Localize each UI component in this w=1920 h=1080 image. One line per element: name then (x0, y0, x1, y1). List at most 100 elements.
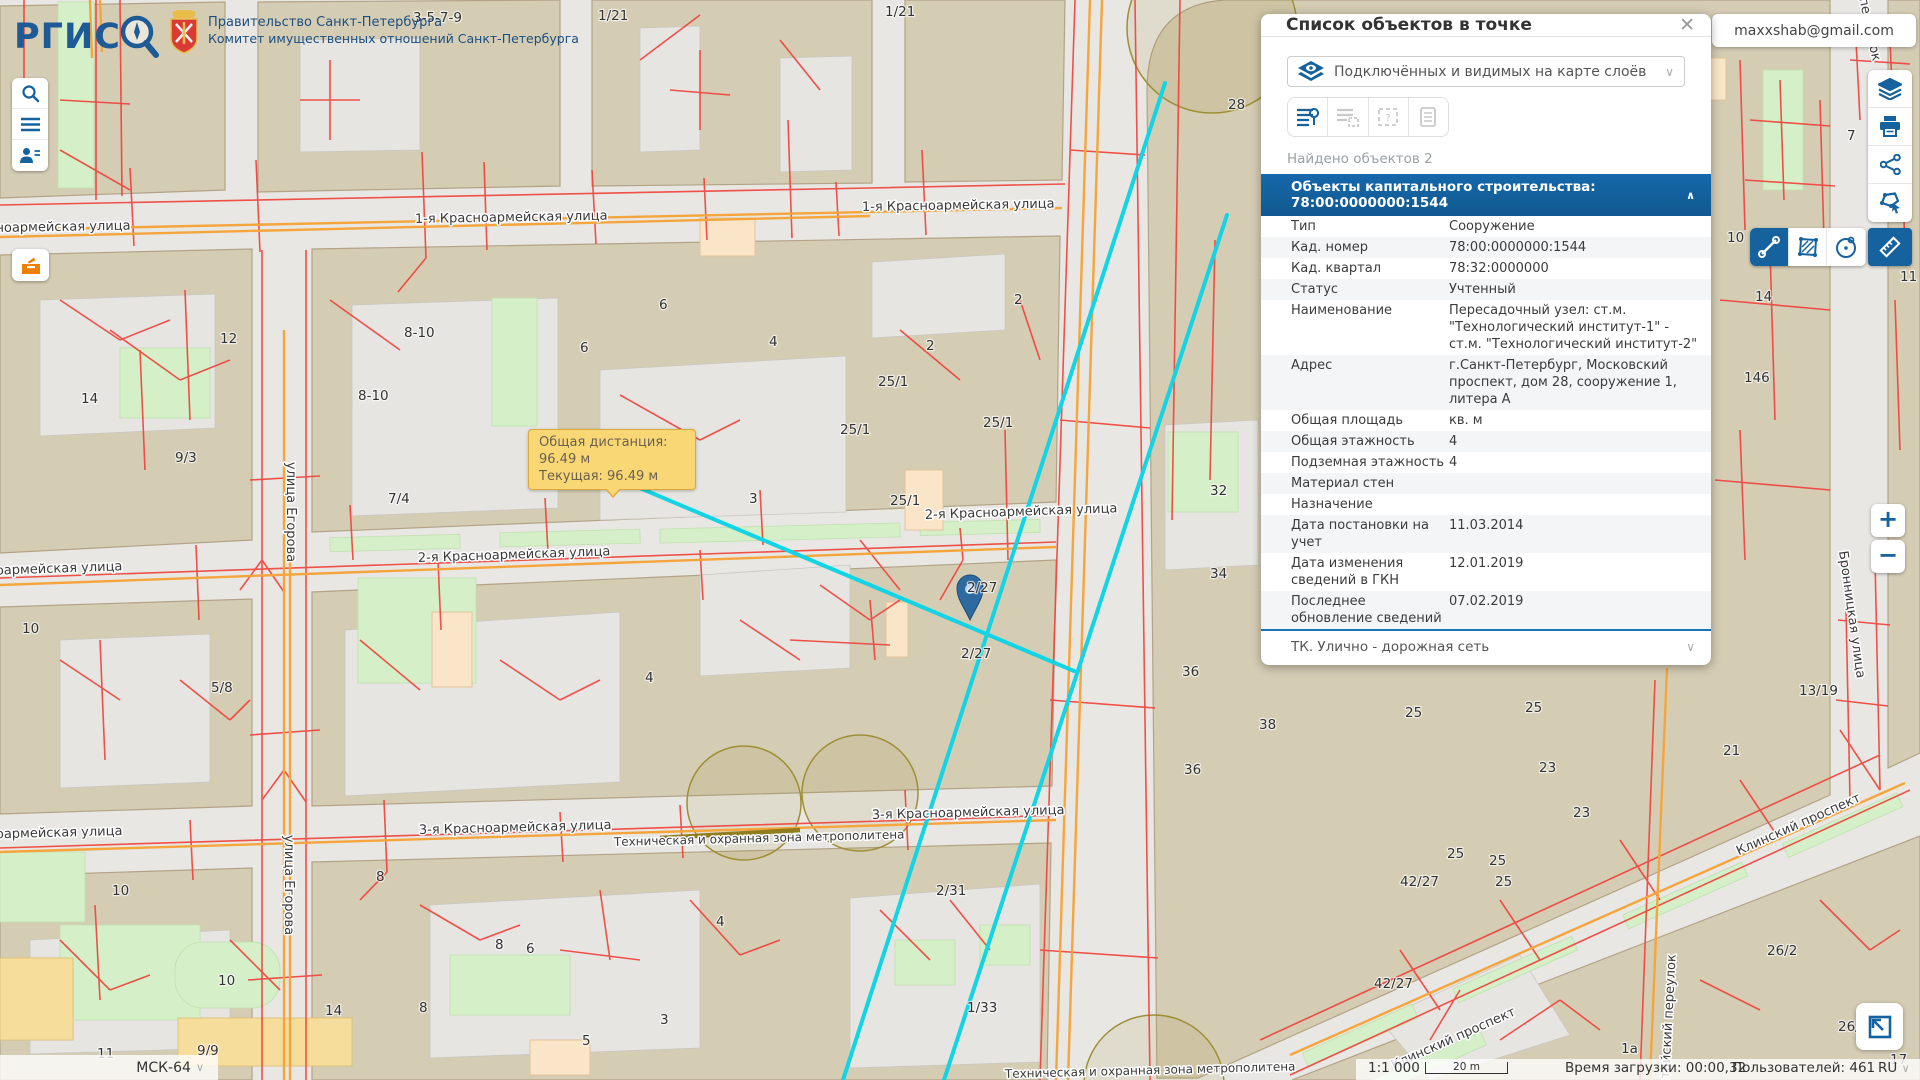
house-number: 6 (659, 297, 668, 313)
house-number: 2/31 (936, 883, 966, 899)
attr-label: Назначение (1291, 496, 1449, 513)
attr-value: кв. м (1449, 412, 1701, 429)
attr-label: Наименование (1291, 302, 1449, 353)
street-label: улица Егорова (281, 835, 296, 935)
house-number: 11 (1900, 269, 1917, 285)
view-list-point-button[interactable] (1288, 98, 1328, 136)
found-objects-count: Найдено объектов 2 (1287, 151, 1685, 174)
lasso-select-icon (1878, 192, 1902, 214)
magnifier-logo-icon (115, 12, 161, 62)
share-button[interactable] (1868, 146, 1912, 184)
house-number: 12 (220, 331, 237, 347)
house-number: 8-10 (358, 388, 389, 404)
zoom-controls: + − (1871, 504, 1905, 576)
contacts-icon (20, 147, 40, 164)
house-number: 34 (1210, 566, 1227, 582)
measure-area-icon (1796, 235, 1820, 259)
rgis-logo-text: РГИС (14, 17, 121, 57)
contacts-button[interactable] (12, 140, 48, 171)
chevron-down-icon: ∨ (1665, 65, 1674, 79)
gov-line1: Правительство Санкт-Петербурга (208, 15, 579, 31)
attr-row: Подземная этажность4 (1261, 452, 1711, 473)
close-icon[interactable]: ✕ (1679, 14, 1695, 36)
measure-radius-button[interactable] (1827, 228, 1866, 266)
house-number: 36 (1182, 664, 1199, 680)
document-icon (1419, 107, 1437, 127)
attr-value: 11.03.2014 (1449, 517, 1701, 551)
view-report-button[interactable] (1409, 98, 1448, 136)
language-selector[interactable]: RU ∨ (1878, 1060, 1910, 1076)
view-unknown-area-button[interactable]: ? (1369, 98, 1409, 136)
user-account-button[interactable]: maxxshab@gmail.com (1712, 14, 1916, 47)
attr-row: НаименованиеПересадочный узел: ст.м. "Те… (1261, 300, 1711, 355)
attr-value: Сооружение (1449, 218, 1701, 235)
house-number: 23 (1539, 760, 1556, 776)
zoom-in-button[interactable]: + (1871, 504, 1905, 537)
view-list-area-button[interactable] (1328, 98, 1368, 136)
print-button[interactable] (1868, 108, 1912, 146)
house-number: 146 (1744, 370, 1770, 386)
attr-row: Дата постановки на учет11.03.2014 (1261, 515, 1711, 553)
house-number: 1a (1621, 1041, 1638, 1057)
layer-filter-dropdown[interactable]: Подключённых и видимых на карте слоёв ∨ (1287, 56, 1685, 87)
search-button[interactable] (12, 78, 48, 109)
right-toolbar (1868, 70, 1912, 222)
house-number: 42/27 (1400, 874, 1439, 890)
house-number: 1/21 (885, 4, 915, 20)
house-number: 28 (1228, 97, 1245, 113)
section2-title: ТК. Улично - дорожная сеть (1291, 639, 1686, 655)
house-number: 3 (749, 491, 758, 507)
measure-area-button[interactable] (1789, 228, 1828, 266)
section-title: Объекты капитального строительства: 78:0… (1291, 179, 1686, 211)
street-label: улица Егорова (283, 462, 298, 562)
measure-modes-toolbar (1750, 228, 1866, 266)
house-number: 38 (1259, 717, 1276, 733)
house-number: 10 (1727, 230, 1744, 246)
house-number: 25 (1525, 700, 1542, 716)
house-number: 6 (580, 340, 589, 356)
house-number: 25 (1489, 853, 1506, 869)
house-number: 25/1 (840, 422, 870, 438)
attr-label: Подземная этажность (1291, 454, 1449, 471)
house-number: 25 (1405, 705, 1422, 721)
select-area-button[interactable] (1868, 184, 1912, 222)
measurement-tooltip: Общая дистанция: 96.49 м Текущая: 96.49 … (528, 429, 696, 490)
crs-selector[interactable]: МСК-64 (136, 1060, 191, 1076)
house-number: 5 (582, 1033, 591, 1049)
measure-distance-button[interactable] (1750, 228, 1789, 266)
house-number: 13/19 (1799, 683, 1838, 699)
measure-tool-button[interactable] (1868, 228, 1912, 266)
scale-bar: 20 m (1425, 1062, 1508, 1074)
house-number: 6 (526, 941, 535, 957)
layers-icon (1878, 78, 1902, 100)
map-scale: 1:1 000 (1368, 1060, 1420, 1076)
menu-button[interactable] (12, 109, 48, 140)
section-header-road-network[interactable]: ТК. Улично - дорожная сеть ∨ (1261, 629, 1711, 665)
house-number: 2 (1014, 292, 1023, 308)
house-number: 9/3 (175, 450, 197, 466)
question-area-icon: ? (1377, 107, 1399, 127)
rgis-logo[interactable]: РГИС (14, 12, 161, 62)
ruler-icon (1878, 235, 1902, 259)
panel-controls: Подключённых и видимых на карте слоёв ∨ … (1261, 37, 1711, 174)
house-number: 14 (81, 391, 98, 407)
orders-button[interactable] (12, 249, 49, 281)
chevron-down-icon: ∨ (1902, 1062, 1910, 1075)
house-number: 1/21 (598, 8, 628, 24)
status-bar: 1:1 000 20 m Время загрузки: 00:00,32 По… (1356, 1059, 1920, 1080)
attr-row: Общая площадькв. м (1261, 410, 1711, 431)
result-view-toolbar: ? (1287, 97, 1449, 137)
fullscreen-button[interactable] (1856, 1003, 1903, 1050)
zoom-out-button[interactable]: − (1871, 540, 1905, 573)
attr-value (1449, 475, 1701, 492)
chevron-down-icon: ∨ (1686, 640, 1695, 654)
attr-row: Назначение (1261, 494, 1711, 515)
attr-row: Кад. номер78:00:0000000:1544 (1261, 237, 1711, 258)
objects-panel: Список объектов в точке ✕ Подключённых и… (1261, 14, 1711, 665)
attr-value: 78:00:0000000:1544 (1449, 239, 1701, 256)
section-header-capital-construction[interactable]: Объекты капитального строительства: 78:0… (1261, 174, 1711, 216)
attr-label: Материал стен (1291, 475, 1449, 492)
attr-label: Общая площадь (1291, 412, 1449, 429)
layers-button[interactable] (1868, 70, 1912, 108)
attr-label: Дата изменения сведений в ГКН (1291, 555, 1449, 589)
